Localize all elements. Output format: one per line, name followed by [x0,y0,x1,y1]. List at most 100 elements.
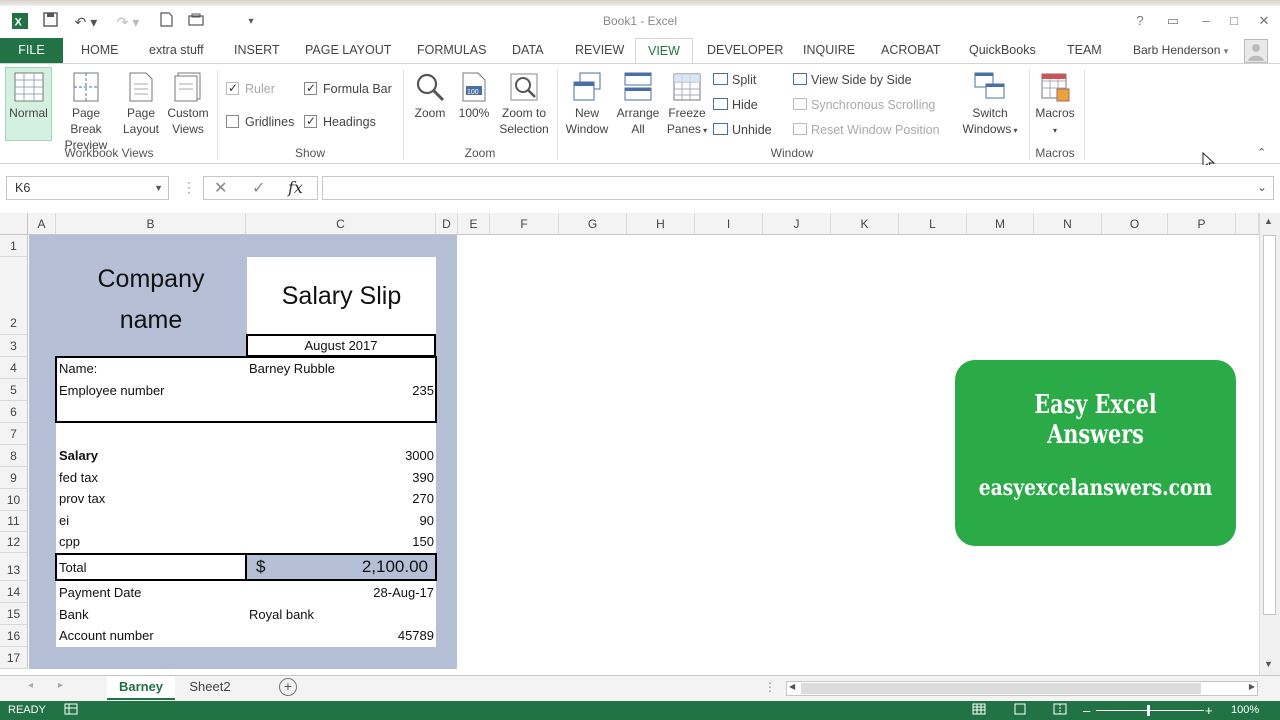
split-button[interactable]: Split [713,72,756,88]
synchronous-scrolling-button[interactable]: Synchronous Scrolling [793,97,935,113]
tab-home[interactable]: HOME [81,38,119,64]
row-header-13[interactable]: 13 [0,553,28,581]
scroll-down-icon[interactable]: ▼ [1264,659,1273,669]
tab-page-layout[interactable]: PAGE LAYOUT [305,38,391,64]
minimize-icon[interactable]: – [1196,12,1216,30]
new-file-icon[interactable] [156,12,176,32]
scroll-up-icon[interactable]: ▲ [1264,216,1273,226]
tab-file[interactable]: FILE [0,38,63,64]
row-header-16[interactable]: 16 [0,625,28,647]
payment-date-value[interactable]: 28-Aug-17 [340,585,434,601]
company-name[interactable]: Company name [56,259,246,341]
row-header-2[interactable]: 2 [0,257,28,335]
employee-number-value[interactable]: 235 [340,383,434,399]
tab-team[interactable]: TEAM [1067,38,1102,64]
row-header-8[interactable]: 8 [0,445,28,467]
total-label-cell[interactable]: Total [55,553,247,581]
row-header-4[interactable]: 4 [0,357,28,379]
payment-date-label[interactable]: Payment Date [59,585,141,601]
save-icon[interactable] [40,12,60,32]
tab-extra-stuff[interactable]: extra stuff [149,38,204,64]
tab-acrobat[interactable]: ACROBAT [881,38,941,64]
column-header-n[interactable]: N [1034,213,1102,235]
vertical-scrollbar[interactable]: ▲ ▼ [1259,213,1280,675]
scroll-right-icon[interactable]: ▶ [1249,682,1255,691]
row-header-3[interactable]: 3 [0,335,28,357]
row-header-6[interactable]: 6 [0,401,28,423]
employee-number-label[interactable]: Employee number [59,383,165,399]
worksheet-grid[interactable]: A B C D E F G H I J K L M N O P 1 2 3 4 … [0,213,1280,675]
period-cell[interactable]: August 2017 [246,334,436,357]
column-header-b[interactable]: B [56,213,246,235]
horizontal-scrollbar[interactable]: ◀ ▶ [786,681,1258,696]
next-sheet-icon[interactable]: ▸ [58,680,63,691]
zoom-slider-thumb[interactable] [1147,705,1150,716]
column-header-g[interactable]: G [559,213,627,235]
formula-input[interactable] [322,176,1274,200]
horizontal-scroll-thumb[interactable] [801,683,1201,694]
tab-inquire[interactable]: INQUIRE [803,38,855,64]
row-header-10[interactable]: 10 [0,489,28,511]
row-header-5[interactable]: 5 [0,379,28,401]
expand-formula-bar-icon[interactable]: ⌄ [1257,180,1267,194]
row-header-17[interactable]: 17 [0,647,28,669]
vertical-scroll-thumb[interactable] [1263,235,1276,615]
page-break-status-icon[interactable] [1053,701,1067,720]
page-layout-status-icon[interactable] [1013,701,1027,720]
undo-icon[interactable]: ↶ ▾ [70,12,102,32]
column-header-k[interactable]: K [831,213,899,235]
ei-value[interactable]: 90 [340,513,434,529]
column-header-a[interactable]: A [28,213,56,235]
zoom-in-icon[interactable]: + [1205,701,1213,720]
page-title[interactable]: Salary Slip [247,281,436,311]
column-header-d[interactable]: D [436,213,458,235]
gridlines-checkbox[interactable]: Gridlines [226,114,294,130]
total-value-cell[interactable]: $ 2,100.00 [245,553,437,581]
column-header-p[interactable]: P [1168,213,1236,235]
sheet-tab-sheet2[interactable]: Sheet2 [178,676,242,700]
prev-sheet-icon[interactable]: ◂ [28,680,33,691]
row-header-7[interactable]: 7 [0,423,28,445]
new-window-button[interactable]: New Window [562,72,612,137]
column-header-e[interactable]: E [458,213,490,235]
column-header-l[interactable]: L [899,213,967,235]
add-sheet-icon[interactable]: + [279,678,297,696]
tab-developer[interactable]: DEVELOPER [707,38,783,64]
hide-button[interactable]: Hide [713,97,758,113]
name-box[interactable]: K6 ▼ [6,176,169,200]
name-label[interactable]: Name: [59,361,97,377]
ruler-checkbox[interactable]: Ruler [226,80,275,97]
custom-views-button[interactable]: Custom Views [164,72,212,137]
zoom-100-button[interactable]: 100 100% [456,72,492,121]
scroll-left-icon[interactable]: ◀ [789,682,795,691]
collapse-ribbon-icon[interactable]: ⌃ [1257,146,1266,159]
zoom-out-icon[interactable]: – [1083,701,1090,720]
arrange-all-button[interactable]: Arrange All [612,72,664,137]
sheet-tab-barney[interactable]: Barney [107,676,175,700]
page-layout-view-button[interactable]: Page Layout [120,72,162,137]
freeze-panes-button[interactable]: Freeze Panes ▾ [664,72,710,139]
row-header-9[interactable]: 9 [0,467,28,489]
switch-windows-button[interactable]: Switch Windows ▾ [956,72,1024,139]
user-name[interactable]: Barb Henderson ▾ [1133,38,1228,64]
column-header-c[interactable]: C [246,213,436,235]
bank-label[interactable]: Bank [59,607,89,623]
reset-window-position-button[interactable]: Reset Window Position [793,122,940,138]
ei-label[interactable]: ei [59,513,69,529]
prov-tax-label[interactable]: prov tax [59,491,105,507]
help-icon[interactable]: ? [1130,12,1150,30]
maximize-icon[interactable]: □ [1224,12,1244,30]
bank-value[interactable]: Royal bank [249,607,314,623]
fed-tax-label[interactable]: fed tax [59,470,98,486]
cpp-label[interactable]: cpp [59,534,80,550]
account-number-label[interactable]: Account number [59,628,154,644]
print-preview-icon[interactable] [186,12,206,32]
normal-view-status-icon[interactable] [972,701,986,720]
normal-view-button[interactable]: Normal [5,67,52,141]
column-header-q[interactable] [1236,213,1259,235]
zoom-button[interactable]: Zoom [410,72,450,121]
name-value[interactable]: Barney Rubble [249,361,335,377]
tab-data[interactable]: DATA [512,38,543,64]
redo-icon[interactable]: ↷ ▾ [112,12,144,32]
salary-label[interactable]: Salary [59,448,98,464]
